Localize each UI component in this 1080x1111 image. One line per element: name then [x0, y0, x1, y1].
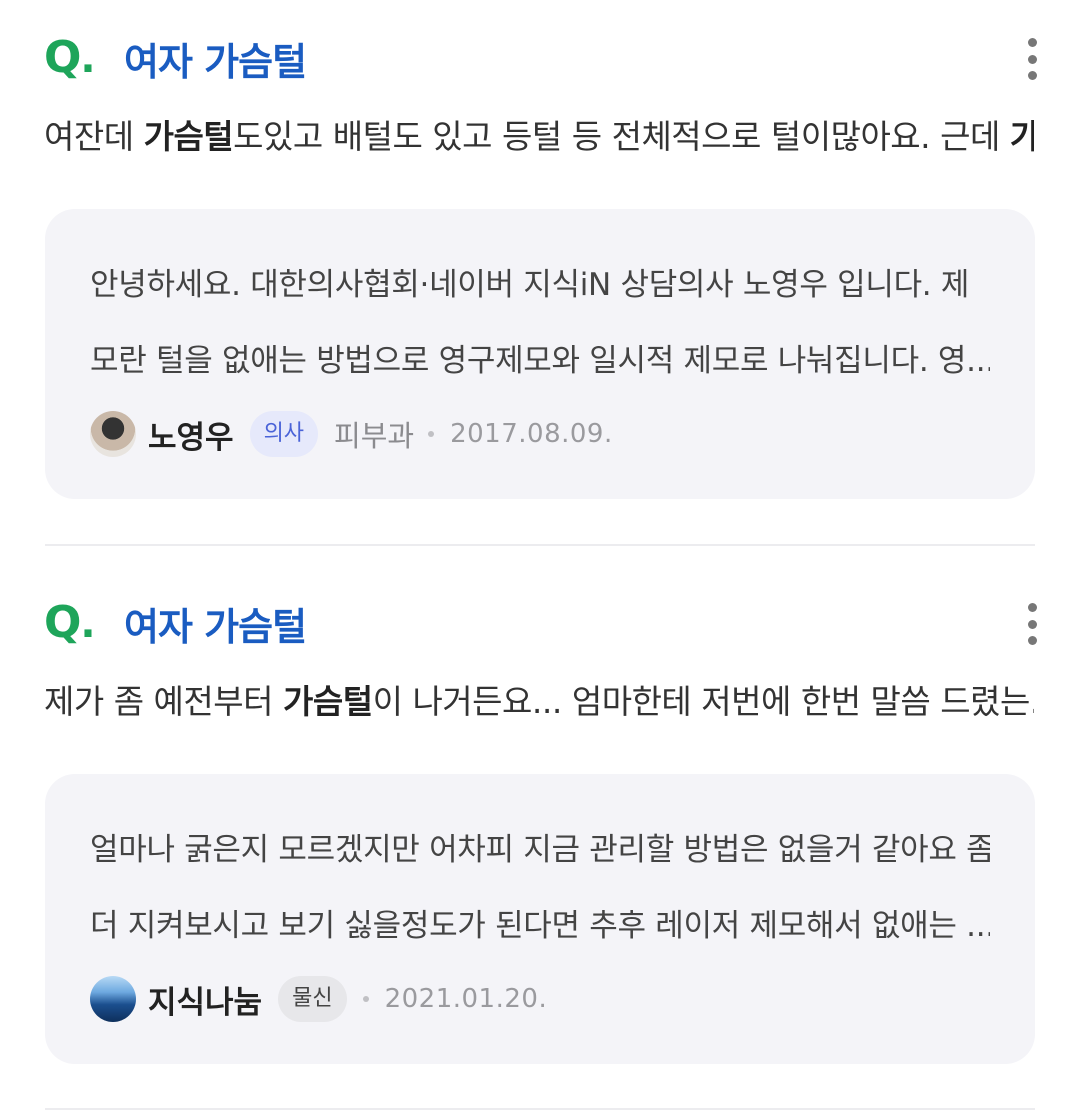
answer-excerpt: 안녕하세요. 대한의사협회·네이버 지식iN 상담의사 노영우 입니다. 제 모… [90, 247, 990, 399]
divider [45, 544, 1035, 546]
q-mark-icon: Q. [44, 597, 96, 648]
q-mark-icon: Q. [44, 32, 96, 83]
answer-excerpt: 얼마나 굵은지 모르겠지만 어차피 지금 관리할 방법은 없을거 같아요 좀 더… [90, 812, 990, 964]
role-badge: 의사 [249, 411, 319, 457]
answer-line: 안녕하세요. 대한의사협회·네이버 지식iN 상담의사 노영우 입니다. 제 [90, 267, 970, 303]
divider [45, 1108, 1035, 1110]
answer-meta: 노영우 의사 피부과 2017.08.09. [90, 409, 613, 459]
author-name: 지식나눔 [148, 984, 263, 1021]
question-title[interactable]: 여자 가슴털 [124, 31, 307, 86]
question-excerpt[interactable]: 여잔데 가슴털도있고 배털도 있고 등털 등 전체적으로 털이많아요. 근데 가… [44, 110, 1034, 158]
avatar [90, 411, 136, 457]
answer-line: 모란 털을 없애는 방법으로 영구제모와 일시적 제모로 나눠집니다. 영... [90, 343, 990, 379]
answer-date: 2017.08.09. [450, 419, 613, 449]
answer-meta: 지식나눔 물신 2021.01.20. [90, 974, 547, 1024]
qa-item[interactable]: Q. 여자 가슴털 여잔데 가슴털도있고 배털도 있고 등털 등 전체적으로 털… [0, 0, 1080, 545]
qa-item[interactable]: Q. 여자 가슴털 제가 좀 예전부터 가슴털이 나거든요... 엄마한테 저번… [0, 565, 1080, 1111]
answer-line: 얼마나 굵은지 모르겠지만 어차피 지금 관리할 방법은 없을거 같아요 좀 [90, 832, 990, 868]
question-title[interactable]: 여자 가슴털 [124, 596, 307, 651]
more-options-icon[interactable] [1020, 603, 1044, 645]
role-badge: 물신 [278, 976, 347, 1022]
avatar [90, 976, 136, 1022]
answer-date: 2021.01.20. [384, 984, 548, 1014]
question-header[interactable]: Q. 여자 가슴털 [44, 30, 307, 86]
separator-dot [362, 996, 369, 1002]
question-header[interactable]: Q. 여자 가슴털 [44, 595, 307, 651]
answer-card[interactable]: 안녕하세요. 대한의사협회·네이버 지식iN 상담의사 노영우 입니다. 제 모… [45, 209, 1035, 499]
more-options-icon[interactable] [1020, 38, 1044, 80]
author-name: 노영우 [148, 419, 234, 456]
separator-dot [428, 431, 435, 437]
question-excerpt[interactable]: 제가 좀 예전부터 가슴털이 나거든요... 엄마한테 저번에 한번 말씀 드렸… [44, 675, 1034, 723]
answer-card[interactable]: 얼마나 굵은지 모르겠지만 어차피 지금 관리할 방법은 없을거 같아요 좀 더… [45, 774, 1035, 1064]
answer-line: 더 지켜보시고 보기 싫을정도가 된다면 추후 레이저 제모해서 없애는 ... [90, 908, 990, 944]
department: 피부과 [334, 419, 415, 453]
